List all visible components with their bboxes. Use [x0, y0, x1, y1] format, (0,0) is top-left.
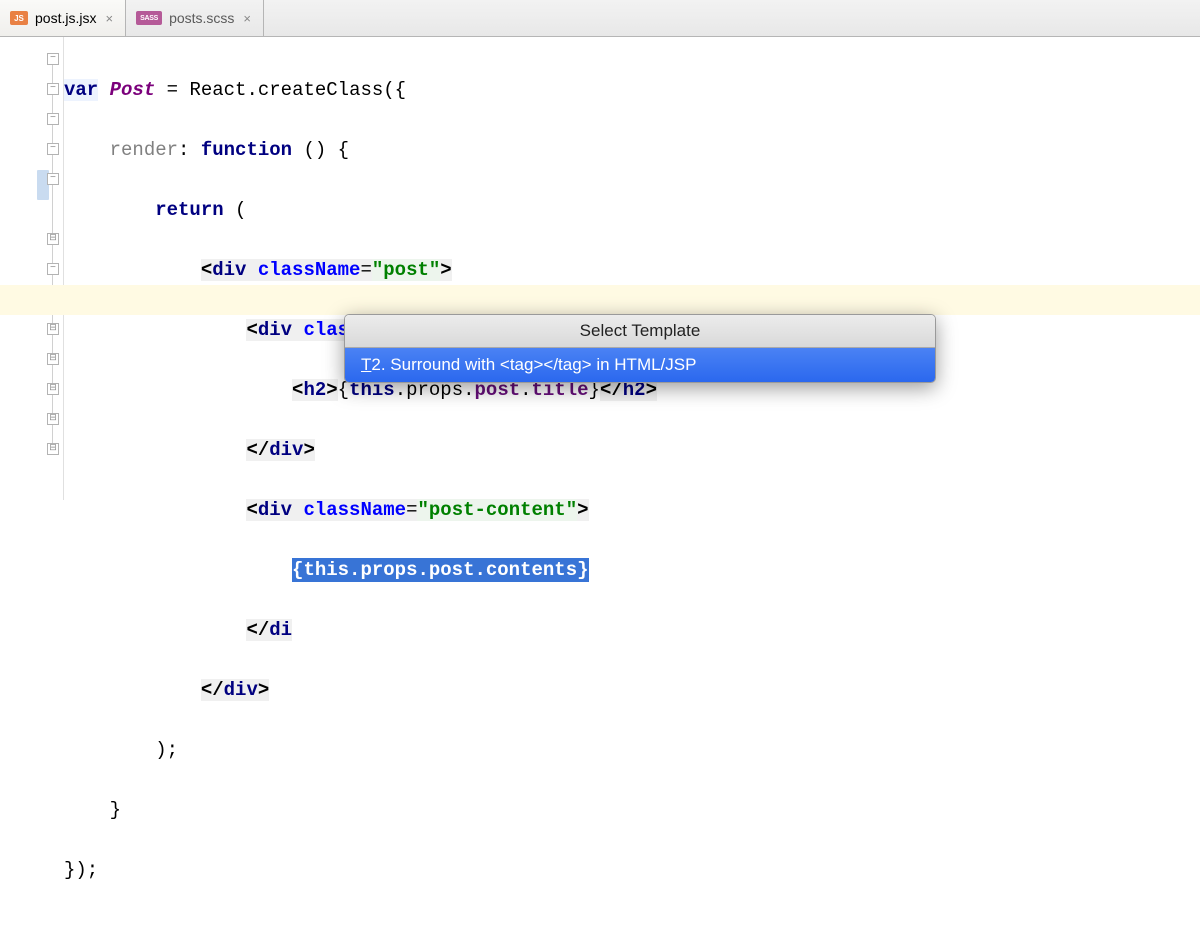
jsx-tag: h2: [303, 379, 326, 401]
sass-file-icon: SASS: [136, 11, 162, 25]
tab-label: posts.scss: [169, 10, 234, 26]
fold-icon[interactable]: [47, 113, 59, 125]
string: "post": [372, 259, 440, 281]
code-area[interactable]: var Post = React.createClass({ render: f…: [64, 37, 1200, 500]
jsx-tag: div: [224, 679, 258, 701]
fold-icon[interactable]: [47, 143, 59, 155]
tab-label: post.js.jsx: [35, 10, 96, 26]
tab-posts-scss[interactable]: SASS posts.scss ×: [126, 0, 264, 36]
fold-end-icon[interactable]: [47, 413, 59, 425]
jsx-attr: className: [258, 259, 361, 281]
mnemonic: T: [361, 355, 371, 374]
jsx-tag: di: [269, 619, 292, 641]
close-icon[interactable]: ×: [103, 11, 115, 26]
gutter: [0, 37, 64, 500]
selected-text[interactable]: {this.props.post.contents}: [292, 558, 588, 582]
fold-end-icon[interactable]: [47, 323, 59, 335]
fold-icon[interactable]: [47, 83, 59, 95]
jsx-tag: div: [269, 439, 303, 461]
fold-icon[interactable]: [47, 53, 59, 65]
keyword: function: [201, 139, 292, 161]
fold-icon[interactable]: [47, 263, 59, 275]
keyword: var: [64, 79, 98, 101]
fold-end-icon[interactable]: [47, 353, 59, 365]
popup-item-surround-tag[interactable]: T2. Surround with <tag></tag> in HTML/JS…: [345, 348, 935, 382]
tab-bar: JS post.js.jsx × SASS posts.scss ×: [0, 0, 1200, 37]
jsx-tag: div: [258, 319, 304, 341]
fold-icon[interactable]: [47, 173, 59, 185]
close-icon[interactable]: ×: [241, 11, 253, 26]
fold-end-icon[interactable]: [47, 383, 59, 395]
tab-post-js-jsx[interactable]: JS post.js.jsx ×: [0, 0, 126, 36]
property: render: [110, 139, 178, 161]
keyword: return: [155, 199, 223, 221]
fold-end-icon[interactable]: [47, 443, 59, 455]
jsx-attr: className: [303, 499, 406, 521]
class-name: Post: [110, 79, 156, 101]
editor[interactable]: var Post = React.createClass({ render: f…: [0, 37, 1200, 500]
surround-with-popup: Select Template T2. Surround with <tag><…: [344, 314, 936, 383]
popup-header: Select Template: [345, 315, 935, 348]
string: "post-content": [417, 499, 577, 521]
js-file-icon: JS: [10, 11, 28, 25]
jsx-tag: div: [212, 259, 258, 281]
fold-end-icon[interactable]: [47, 233, 59, 245]
jsx-tag: div: [258, 499, 304, 521]
